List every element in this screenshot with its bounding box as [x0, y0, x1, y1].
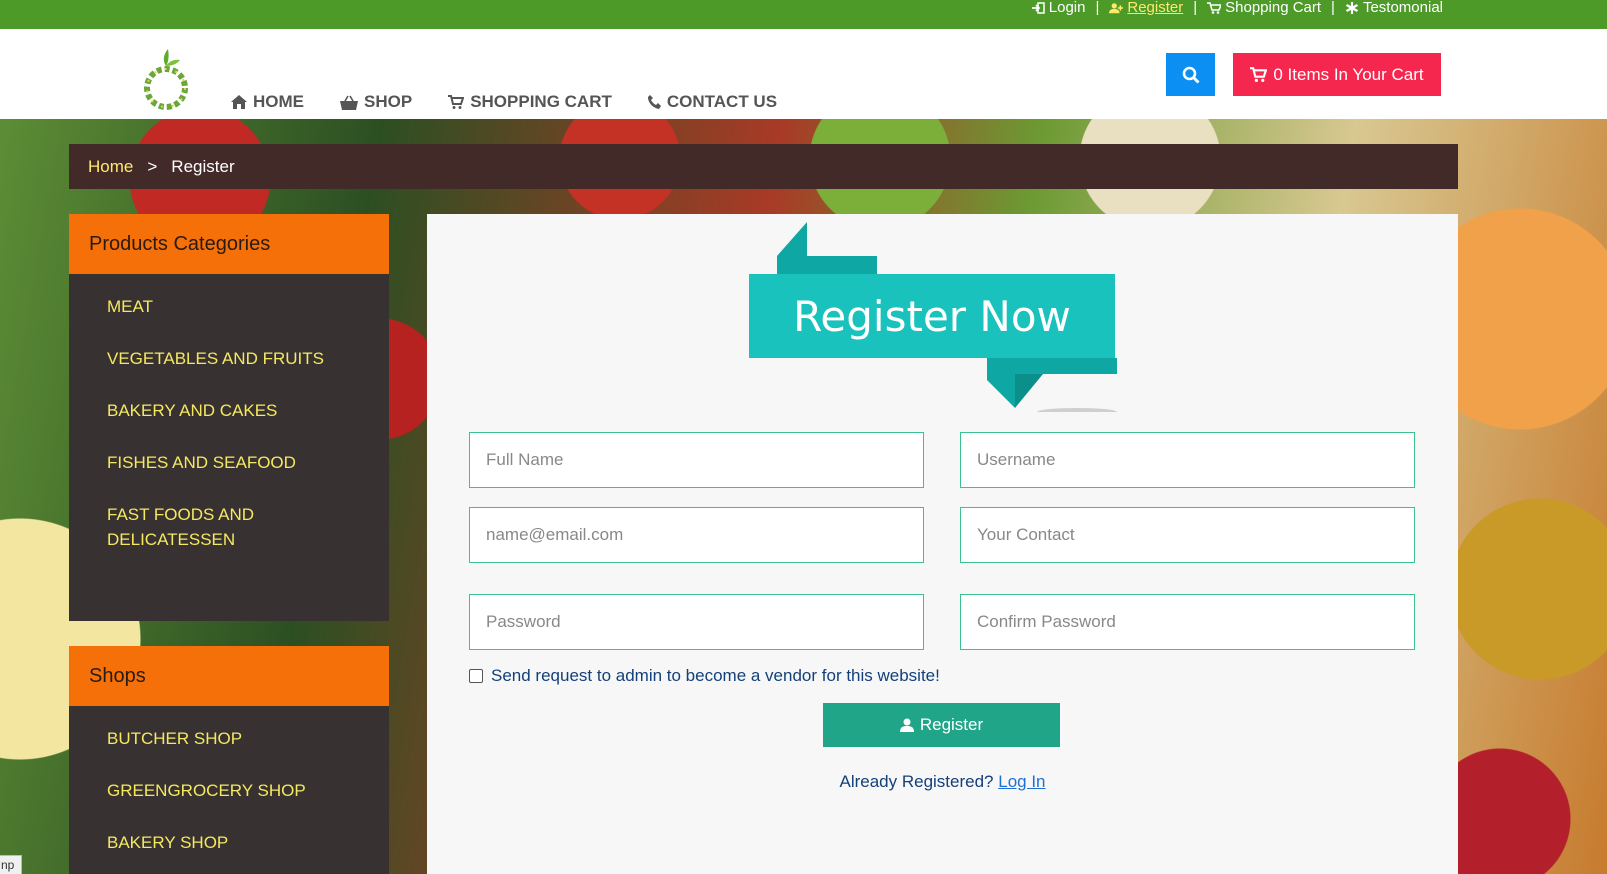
- nav-shopping-cart[interactable]: SHOPPING CART: [448, 92, 612, 112]
- top-bar: Login | Register | Shopping Cart | Testo…: [0, 0, 1607, 29]
- cart-button[interactable]: 0 Items In Your Cart: [1233, 53, 1441, 96]
- already-registered: Already Registered? Log In: [427, 772, 1458, 792]
- shop-item[interactable]: BUTCHER SHOP: [107, 726, 389, 751]
- shops-title: Shops: [69, 646, 389, 706]
- shop-item[interactable]: GREENGROCERY SHOP: [107, 778, 389, 803]
- categories-list: MEAT VEGETABLES AND FRUITS BAKERY AND CA…: [69, 274, 389, 552]
- breadcrumb-separator: >: [147, 156, 158, 176]
- testimonial-link[interactable]: Testomonial: [1345, 0, 1443, 16]
- confirm-password-input[interactable]: Confirm Password: [960, 594, 1415, 650]
- search-button[interactable]: [1166, 53, 1215, 96]
- search-icon: [1182, 66, 1200, 84]
- contact-input[interactable]: Your Contact: [960, 507, 1415, 563]
- login-link[interactable]: Log In: [998, 772, 1045, 791]
- cart-icon: [1207, 2, 1222, 14]
- asterisk-icon: [1345, 2, 1358, 14]
- register-label: Register: [1127, 0, 1184, 16]
- category-item[interactable]: FAST FOODS AND DELICATESSEN: [107, 502, 307, 552]
- shops-list: BUTCHER SHOP GREENGROCERY SHOP BAKERY SH…: [69, 706, 389, 855]
- cart-icon: [1250, 67, 1268, 82]
- login-link[interactable]: Login: [1031, 0, 1086, 16]
- email-input[interactable]: name@email.com: [469, 507, 924, 563]
- sign-in-icon: [1031, 2, 1045, 14]
- vendor-label[interactable]: Send request to admin to become a vendor…: [491, 666, 940, 686]
- category-item[interactable]: VEGETABLES AND FRUITS: [107, 346, 389, 371]
- nav-contact[interactable]: CONTACT US: [647, 92, 778, 112]
- site-logo[interactable]: [140, 46, 192, 112]
- nav-shop-label: SHOP: [364, 92, 413, 111]
- shopping-basket-icon: [340, 95, 358, 110]
- cart-button-label: 0 Items In Your Cart: [1273, 64, 1424, 84]
- status-tab: np: [0, 855, 22, 874]
- register-card: Register Now Full Name Username name@ema…: [427, 214, 1458, 874]
- separator: |: [1331, 0, 1335, 16]
- breadcrumb-current: Register: [171, 156, 235, 176]
- nav-shop[interactable]: SHOP: [340, 92, 412, 112]
- user-icon: [899, 718, 914, 732]
- top-links: Login | Register | Shopping Cart | Testo…: [1031, 0, 1443, 16]
- already-text: Already Registered?: [839, 772, 994, 791]
- register-link[interactable]: Register: [1109, 0, 1183, 16]
- category-item[interactable]: BAKERY AND CAKES: [107, 398, 389, 423]
- categories-panel: Products Categories MEAT VEGETABLES AND …: [69, 214, 389, 621]
- category-item[interactable]: FISHES AND SEAFOOD: [107, 450, 389, 475]
- user-plus-icon: [1109, 3, 1124, 14]
- separator: |: [1193, 0, 1198, 16]
- phone-icon: [647, 95, 661, 109]
- home-icon: [231, 95, 247, 109]
- login-label: Login: [1048, 0, 1086, 16]
- separator: |: [1095, 0, 1100, 16]
- shopping-cart-link[interactable]: Shopping Cart: [1207, 0, 1321, 16]
- testimonial-label: Testomonial: [1362, 0, 1443, 16]
- register-now-banner: Register Now: [749, 222, 1117, 412]
- vendor-request-row: Send request to admin to become a vendor…: [469, 666, 940, 686]
- nav-home-label: HOME: [253, 92, 304, 111]
- vendor-checkbox[interactable]: [469, 669, 483, 683]
- banner-text: Register Now: [793, 292, 1071, 341]
- category-item[interactable]: MEAT: [107, 294, 389, 319]
- shops-panel: Shops BUTCHER SHOP GREENGROCERY SHOP BAK…: [69, 646, 389, 874]
- cart-icon: [448, 95, 465, 109]
- full-name-input[interactable]: Full Name: [469, 432, 924, 488]
- categories-title: Products Categories: [69, 214, 389, 274]
- username-input[interactable]: Username: [960, 432, 1415, 488]
- main-nav: HOME SHOP SHOPPING CART CONTACT US: [231, 92, 777, 112]
- breadcrumb-home[interactable]: Home: [88, 157, 133, 177]
- shopping-cart-label: Shopping Cart: [1225, 0, 1322, 16]
- password-input[interactable]: Password: [469, 594, 924, 650]
- register-button[interactable]: Register: [823, 703, 1060, 747]
- nav-home[interactable]: HOME: [231, 92, 304, 112]
- nav-cart-label: SHOPPING CART: [470, 92, 612, 111]
- breadcrumb: Home > Register: [69, 144, 1458, 189]
- nav-contact-label: CONTACT US: [666, 92, 778, 111]
- register-button-label: Register: [919, 715, 984, 734]
- shop-item[interactable]: BAKERY SHOP: [107, 830, 389, 855]
